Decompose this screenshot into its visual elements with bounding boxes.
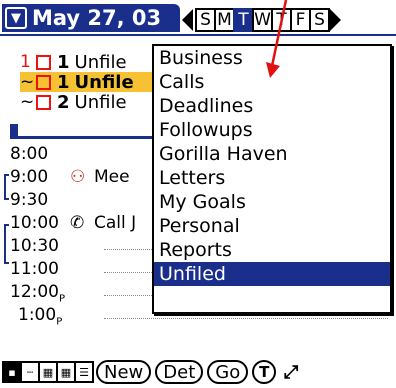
todo-count: 2 bbox=[57, 92, 70, 112]
todo-item[interactable]: ~ 2 Unfile bbox=[20, 92, 160, 112]
todo-count: 1 bbox=[57, 72, 70, 92]
previous-week-arrow-icon[interactable] bbox=[182, 9, 193, 31]
event-title: Mee bbox=[94, 167, 130, 187]
day-tuesday[interactable]: T bbox=[233, 8, 254, 32]
day-sunday[interactable]: S bbox=[195, 8, 216, 32]
today-button[interactable]: T bbox=[252, 360, 277, 384]
todo-priority: ~ bbox=[20, 92, 35, 112]
week-view-icon[interactable]: ┄ bbox=[20, 361, 40, 383]
date-label: May 27, 03 bbox=[32, 6, 162, 30]
time-label: 1:00P bbox=[18, 305, 63, 328]
category-dropdown[interactable]: Business Calls Deadlines Followups Goril… bbox=[152, 44, 392, 314]
time-label: 11:00 bbox=[10, 259, 59, 279]
event-entry[interactable]: ⚇ Mee bbox=[70, 167, 130, 187]
time-label: 10:00 bbox=[10, 213, 59, 233]
todo-checkbox[interactable] bbox=[36, 54, 51, 70]
new-button[interactable]: New bbox=[96, 360, 152, 384]
time-label: 8:00 bbox=[10, 144, 49, 164]
header-divider bbox=[0, 34, 396, 36]
phone-icon: ✆ bbox=[70, 213, 85, 233]
day-monday[interactable]: M bbox=[214, 8, 235, 32]
todo-text: Unfile bbox=[74, 52, 127, 72]
section-divider bbox=[10, 136, 170, 139]
bottom-toolbar: ▪ ┄ ▦ ▦ ☰ New Det Go T ⤢ bbox=[0, 358, 396, 386]
time-label: 9:00 bbox=[10, 167, 49, 187]
category-item-my-goals[interactable]: My Goals bbox=[154, 190, 390, 214]
todo-count: 1 bbox=[57, 52, 70, 72]
category-item-personal[interactable]: Personal bbox=[154, 214, 390, 238]
event-title: Call J bbox=[94, 213, 137, 233]
month-view-icon[interactable]: ▦ bbox=[56, 361, 76, 383]
time-label: 12:00P bbox=[10, 282, 66, 305]
category-item-letters[interactable]: Letters bbox=[154, 166, 390, 190]
todo-checkbox[interactable] bbox=[36, 74, 51, 90]
time-label: 10:30 bbox=[10, 236, 59, 256]
time-label: 9:30 bbox=[10, 190, 49, 210]
people-icon: ⚇ bbox=[70, 167, 86, 187]
down-arrow-icon: ▼ bbox=[5, 7, 27, 29]
category-item-reports[interactable]: Reports bbox=[154, 238, 390, 262]
category-item-followups[interactable]: Followups bbox=[154, 118, 390, 142]
week-grid-view-icon[interactable]: ▦ bbox=[38, 361, 58, 383]
todo-text: Unfile bbox=[74, 92, 127, 112]
todo-priority: ~ bbox=[20, 72, 35, 92]
todo-text: Unfile bbox=[74, 72, 134, 92]
red-arrow-icon bbox=[266, 0, 288, 78]
day-view-icon[interactable]: ▪ bbox=[2, 361, 22, 383]
next-week-arrow-icon[interactable] bbox=[330, 9, 341, 31]
list-view-icon[interactable]: ☰ bbox=[74, 361, 94, 383]
event-entry[interactable]: ✆ Call J bbox=[70, 213, 136, 233]
category-item-deadlines[interactable]: Deadlines bbox=[154, 94, 390, 118]
todo-item[interactable]: ~ 1 Unfile bbox=[20, 72, 160, 92]
header: ▼ May 27, 03 S M T W T F S bbox=[0, 0, 396, 36]
details-button[interactable]: Det bbox=[155, 360, 204, 384]
todo-priority: 1 bbox=[20, 52, 31, 72]
day-saturday[interactable]: S bbox=[309, 8, 330, 32]
empty-slot-line bbox=[104, 318, 388, 319]
go-button[interactable]: Go bbox=[207, 360, 249, 384]
category-item-gorilla-haven[interactable]: Gorilla Haven bbox=[154, 142, 390, 166]
todo-checkbox[interactable] bbox=[36, 94, 51, 110]
date-selector[interactable]: ▼ May 27, 03 bbox=[2, 4, 180, 32]
category-item-unfiled[interactable]: Unfiled bbox=[154, 262, 390, 286]
todo-item[interactable]: 1 1 Unfile bbox=[20, 52, 160, 72]
expand-icon[interactable]: ⤢ bbox=[280, 361, 302, 383]
day-friday[interactable]: F bbox=[290, 8, 311, 32]
